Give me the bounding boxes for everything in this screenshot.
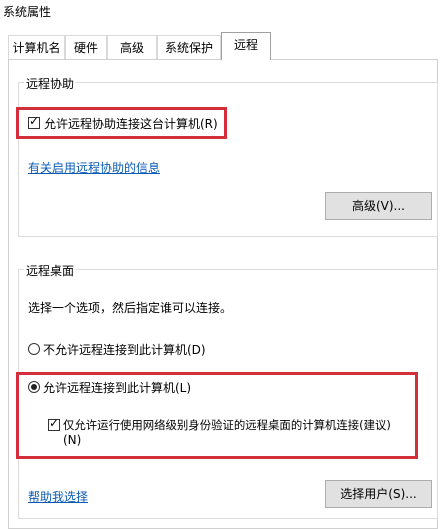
nla-checkbox[interactable]: ✓ bbox=[48, 416, 60, 431]
advanced-button[interactable]: 高级(V)... bbox=[325, 192, 432, 220]
nla-label-line1[interactable]: 仅允许运行使用网络级别身份验证的远程桌面的计算机连接(建议) bbox=[63, 417, 391, 433]
select-users-button[interactable]: 选择用户(S)... bbox=[325, 480, 432, 508]
check-icon: ✓ bbox=[49, 416, 60, 430]
remote-desktop-description: 选择一个选项，然后指定谁可以连接。 bbox=[28, 301, 233, 315]
disallow-remote-radio[interactable] bbox=[28, 343, 40, 355]
tab-remote[interactable]: 远程 bbox=[221, 32, 271, 60]
remote-assistance-info-link[interactable]: 有关启用远程协助的信息 bbox=[28, 159, 160, 176]
window-title: 系统属性 bbox=[3, 5, 52, 19]
tab-hardware[interactable]: 硬件 bbox=[65, 35, 107, 59]
remote-assistance-group-label: 远程协助 bbox=[24, 75, 77, 92]
tab-system-protection[interactable]: 系统保护 bbox=[157, 35, 221, 59]
allow-remote-radio[interactable] bbox=[28, 381, 40, 393]
disallow-remote-label[interactable]: 不允许远程连接到此计算机(D) bbox=[43, 341, 206, 358]
radio-selected-dot bbox=[31, 384, 37, 390]
allow-remote-assistance-label[interactable]: 允许远程协助连接这台计算机(R) bbox=[44, 115, 218, 132]
tab-advanced[interactable]: 高级 bbox=[107, 35, 157, 59]
tab-computer-name[interactable]: 计算机名 bbox=[8, 35, 65, 59]
check-icon: ✓ bbox=[29, 114, 40, 128]
nla-label-line2[interactable]: (N) bbox=[63, 433, 81, 447]
help-me-choose-link[interactable]: 帮助我选择 bbox=[28, 488, 88, 505]
remote-desktop-group-label: 远程桌面 bbox=[24, 262, 77, 279]
allow-remote-assistance-checkbox[interactable]: ✓ bbox=[28, 114, 40, 129]
allow-remote-label[interactable]: 允许远程连接到此计算机(L) bbox=[43, 379, 191, 396]
